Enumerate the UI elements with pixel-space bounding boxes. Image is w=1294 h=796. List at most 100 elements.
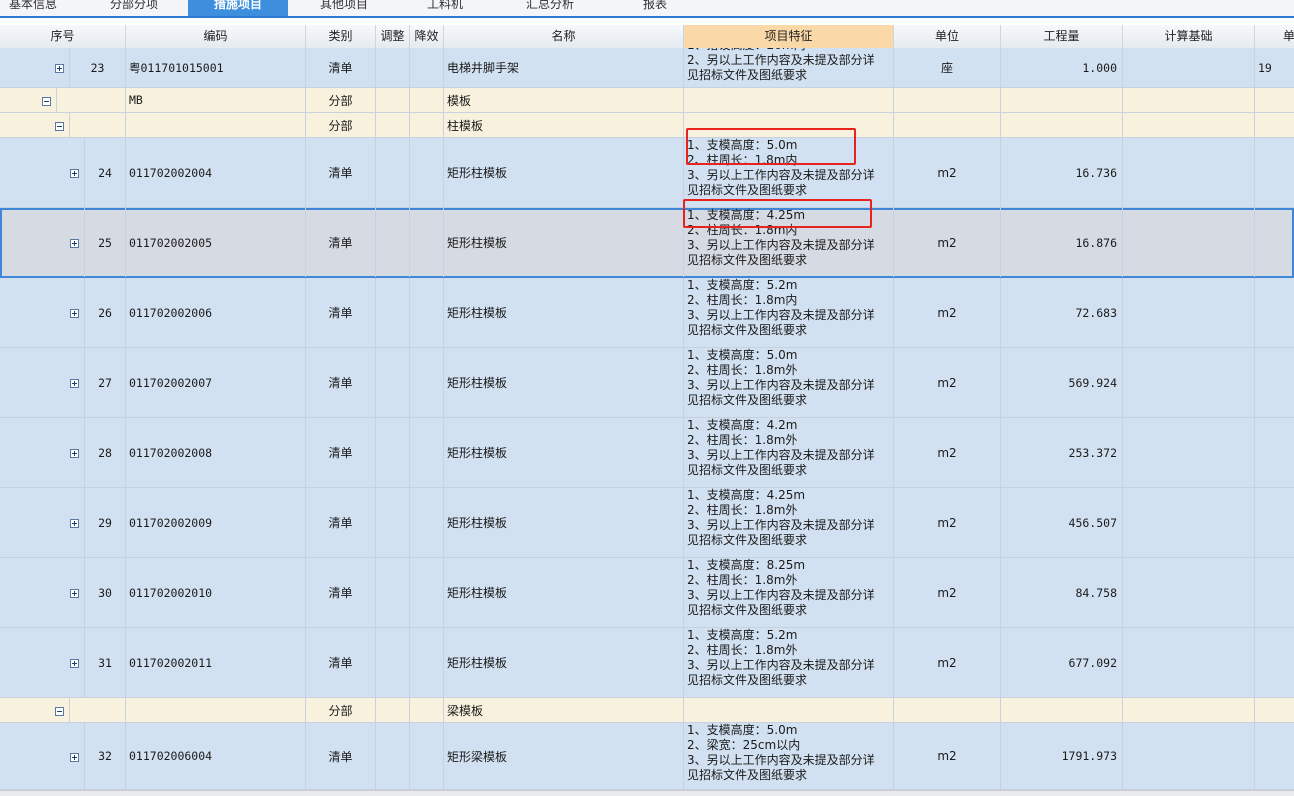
calc-base-cell[interactable]	[1123, 418, 1255, 487]
type-cell[interactable]: 清单	[306, 723, 376, 789]
seq-cell[interactable]: 30	[84, 558, 126, 627]
adjust-cell[interactable]	[376, 348, 410, 417]
type-cell[interactable]: 清单	[306, 208, 376, 277]
unit-cell[interactable]: m2	[894, 348, 1001, 417]
name-cell[interactable]: 柱模板	[444, 113, 684, 137]
unit-cell[interactable]	[894, 698, 1001, 722]
section-row[interactable]: MB 分部 模板	[0, 88, 1294, 113]
adjust-cell[interactable]	[376, 48, 410, 87]
unit-cell[interactable]: m2	[894, 558, 1001, 627]
tab-summary[interactable]: 汇总分析	[510, 0, 590, 16]
efficiency-cell[interactable]	[410, 628, 444, 697]
name-cell[interactable]: 矩形柱模板	[444, 418, 684, 487]
features-cell[interactable]: 1、支模高度：4.2m 2、柱周长：1.8m外 3、另以上工作内容及未提及部分详…	[684, 418, 894, 487]
type-cell[interactable]: 清单	[306, 558, 376, 627]
quantity-cell[interactable]: 1791.973	[1001, 723, 1123, 789]
adjust-cell[interactable]	[376, 138, 410, 207]
unit-price-cell[interactable]	[1255, 628, 1294, 697]
collapse-icon[interactable]	[55, 706, 64, 716]
code-cell[interactable]: 粤011701015001	[126, 48, 306, 87]
seq-cell[interactable]	[69, 113, 126, 137]
section-row[interactable]: 分部 柱模板	[0, 113, 1294, 138]
quantity-cell[interactable]: 569.924	[1001, 348, 1123, 417]
col-header-name[interactable]: 名称	[444, 25, 684, 48]
expand-icon[interactable]	[70, 379, 79, 388]
name-cell[interactable]: 梁模板	[444, 698, 684, 722]
expand-icon[interactable]	[70, 169, 79, 178]
code-cell[interactable]	[126, 113, 306, 137]
calc-base-cell[interactable]	[1123, 48, 1255, 87]
type-cell[interactable]: 分部	[306, 698, 376, 722]
efficiency-cell[interactable]	[410, 558, 444, 627]
quantity-cell[interactable]: 72.683	[1001, 278, 1123, 347]
expand-icon[interactable]	[70, 589, 79, 598]
features-cell[interactable]: 1、支模高度：8.25m 2、柱周长：1.8m外 3、另以上工作内容及未提及部分…	[684, 558, 894, 627]
horizontal-scrollbar[interactable]	[0, 790, 1294, 796]
col-header-efficiency[interactable]: 降效	[410, 25, 444, 48]
tab-other-items[interactable]: 其他项目	[306, 0, 382, 16]
code-cell[interactable]: 011702002007	[126, 348, 306, 417]
seq-cell[interactable]: 29	[84, 488, 126, 557]
expand-icon[interactable]	[70, 752, 79, 762]
adjust-cell[interactable]	[376, 278, 410, 347]
collapse-icon[interactable]	[42, 96, 51, 106]
efficiency-cell[interactable]	[410, 698, 444, 722]
tab-labor-material[interactable]: 工料机	[412, 0, 478, 16]
unit-price-cell[interactable]	[1255, 488, 1294, 557]
unit-cell[interactable]: m2	[894, 418, 1001, 487]
type-cell[interactable]: 分部	[306, 113, 376, 137]
expand-icon[interactable]	[70, 659, 79, 668]
efficiency-cell[interactable]	[410, 138, 444, 207]
name-cell[interactable]: 矩形柱模板	[444, 348, 684, 417]
name-cell[interactable]: 矩形梁模板	[444, 723, 684, 789]
calc-base-cell[interactable]	[1123, 488, 1255, 557]
unit-price-cell[interactable]	[1255, 418, 1294, 487]
calc-base-cell[interactable]	[1123, 698, 1255, 722]
calc-base-cell[interactable]	[1123, 88, 1255, 112]
type-cell[interactable]: 清单	[306, 48, 376, 87]
unit-cell[interactable]: m2	[894, 138, 1001, 207]
seq-cell[interactable]: 23	[69, 48, 126, 87]
expand-icon[interactable]	[70, 239, 79, 248]
unit-cell[interactable]: m2	[894, 488, 1001, 557]
calc-base-cell[interactable]	[1123, 208, 1255, 277]
unit-price-cell[interactable]	[1255, 278, 1294, 347]
table-row[interactable]: 30 011702002010 清单 矩形柱模板 1、支模高度：8.25m 2、柱周长：…	[0, 558, 1294, 628]
type-cell[interactable]: 清单	[306, 628, 376, 697]
quantity-cell[interactable]: 677.092	[1001, 628, 1123, 697]
adjust-cell[interactable]	[376, 418, 410, 487]
unit-cell[interactable]	[894, 113, 1001, 137]
adjust-cell[interactable]	[376, 488, 410, 557]
name-cell[interactable]: 矩形柱模板	[444, 138, 684, 207]
quantity-cell[interactable]: 16.736	[1001, 138, 1123, 207]
seq-cell[interactable]: 24	[84, 138, 126, 207]
unit-price-cell[interactable]	[1255, 113, 1294, 137]
unit-price-cell[interactable]	[1255, 558, 1294, 627]
col-header-code[interactable]: 编码	[126, 25, 306, 48]
unit-price-cell[interactable]	[1255, 88, 1294, 112]
unit-cell[interactable]: 座	[894, 48, 1001, 87]
seq-cell[interactable]: 32	[84, 723, 126, 789]
calc-base-cell[interactable]	[1123, 278, 1255, 347]
col-header-unit-price[interactable]: 单	[1255, 25, 1294, 48]
efficiency-cell[interactable]	[410, 278, 444, 347]
table-row[interactable]: 25 011702002005 清单 矩形柱模板 1、支模高度：4.25m 2、柱周长：…	[0, 208, 1294, 278]
unit-cell[interactable]: m2	[894, 723, 1001, 789]
code-cell[interactable]: 011702002010	[126, 558, 306, 627]
code-cell[interactable]: 011702006004	[126, 723, 306, 789]
features-cell[interactable]	[684, 88, 894, 112]
unit-price-cell[interactable]	[1255, 138, 1294, 207]
col-header-type[interactable]: 类别	[306, 25, 376, 48]
adjust-cell[interactable]	[376, 723, 410, 789]
features-cell[interactable]: 1、支模高度：5.2m 2、柱周长：1.8m外 3、另以上工作内容及未提及部分详…	[684, 628, 894, 697]
col-header-adjust[interactable]: 调整	[376, 25, 410, 48]
type-cell[interactable]: 清单	[306, 418, 376, 487]
col-header-quantity[interactable]: 工程量	[1001, 25, 1123, 48]
efficiency-cell[interactable]	[410, 418, 444, 487]
features-cell[interactable]: 1、支模高度：5.0m 2、柱周长：1.8m外 3、另以上工作内容及未提及部分详…	[684, 348, 894, 417]
name-cell[interactable]: 矩形柱模板	[444, 278, 684, 347]
efficiency-cell[interactable]	[410, 488, 444, 557]
table-row[interactable]: 28 011702002008 清单 矩形柱模板 1、支模高度：4.2m 2、柱周长：1…	[0, 418, 1294, 488]
features-cell[interactable]	[684, 698, 894, 722]
type-cell[interactable]: 清单	[306, 278, 376, 347]
